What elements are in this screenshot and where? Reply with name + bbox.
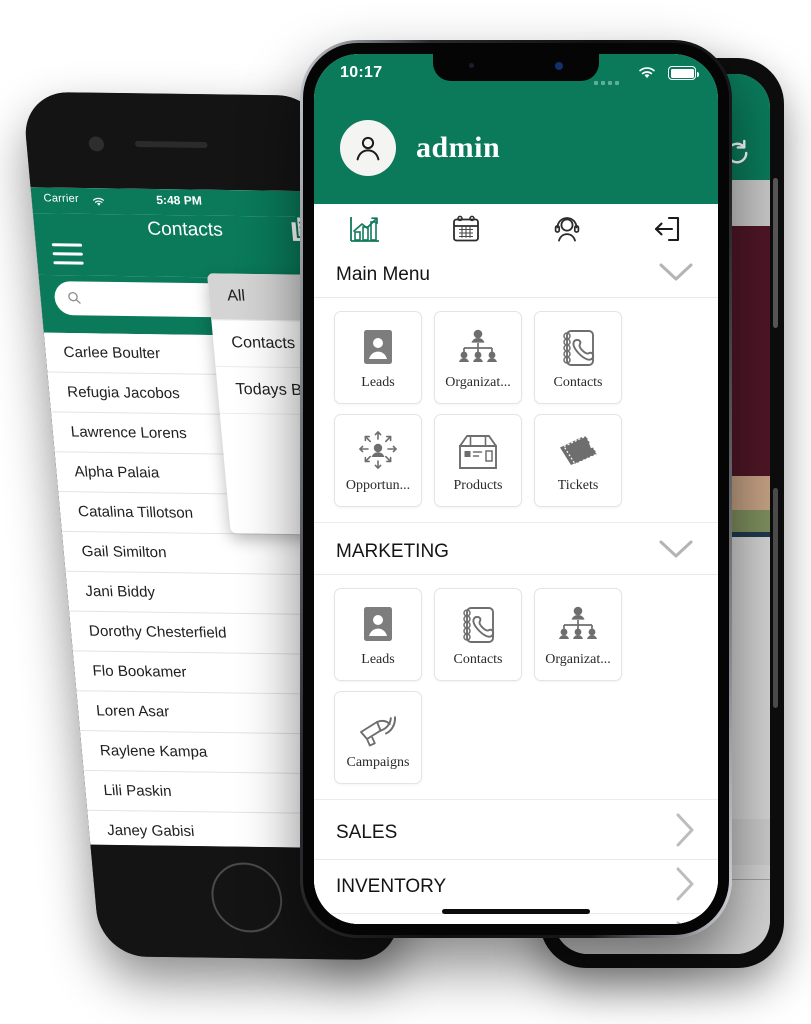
collapse-toggle-icon[interactable] — [656, 259, 696, 290]
notch — [433, 54, 599, 81]
support-button[interactable] — [516, 214, 617, 244]
module-tile[interactable]: Tickets — [534, 414, 622, 507]
phone-mockup-composition: Carrier 5:48 PM Contacts Carlee Boulter R… — [0, 0, 811, 1024]
module-tile[interactable]: Contacts — [434, 588, 522, 681]
leads-badge-icon — [359, 325, 397, 371]
chevron-right-icon — [676, 921, 681, 924]
section-divider — [314, 799, 718, 806]
search-icon — [68, 291, 81, 304]
module-tile[interactable]: Campaigns — [334, 691, 422, 784]
organization-chart-icon — [556, 602, 600, 648]
back-nav-bar: Contacts — [32, 213, 341, 280]
user-header: admin — [314, 94, 718, 202]
support-agent-icon — [554, 217, 579, 242]
module-tile-label: Leads — [361, 374, 395, 390]
chevron-right-icon — [676, 867, 694, 901]
organization-chart-icon — [456, 325, 500, 371]
battery-full-icon — [668, 66, 699, 80]
clock-label: 10:17 — [340, 64, 383, 81]
collapsed-section-row[interactable]: SUPPORT — [314, 914, 718, 924]
module-grid: Leads Contacts Organizat... Campaigns — [314, 575, 718, 799]
clock-label: 5:48 PM — [155, 193, 203, 208]
chevron-right-icon — [676, 813, 694, 847]
wifi-icon — [92, 197, 105, 206]
tickets-icon — [556, 428, 600, 474]
megaphone-icon — [356, 705, 400, 751]
products-box-icon — [456, 428, 500, 474]
collapse-toggle-icon[interactable] — [656, 536, 696, 567]
module-tile[interactable]: Leads — [334, 588, 422, 681]
home-indicator[interactable] — [442, 909, 590, 914]
analytics-icon — [349, 217, 379, 242]
module-tile[interactable]: Products — [434, 414, 522, 507]
front-phone-bezel: 10:17 admin Main Menu Leads Organizat...… — [303, 43, 729, 935]
module-tile-label: Contacts — [553, 374, 603, 390]
chevron-down-icon — [659, 540, 693, 558]
section-header[interactable]: MARKETING — [314, 529, 718, 575]
front-camera-icon — [555, 62, 563, 70]
contacts-book-icon — [558, 325, 598, 371]
module-tile-label: Products — [453, 477, 503, 493]
logout-button[interactable] — [617, 215, 718, 243]
quick-action-bar — [314, 202, 718, 255]
menu-scroll-area[interactable]: Main Menu Leads Organizat... Contacts Opport… — [314, 252, 718, 924]
section-title: Main Menu — [336, 263, 430, 285]
module-tile-label: Campaigns — [346, 754, 410, 770]
expand-icon[interactable] — [672, 812, 696, 853]
front-phone-screen: 10:17 admin Main Menu Leads Organizat...… — [314, 54, 718, 924]
volume-button[interactable] — [773, 488, 778, 708]
module-tile-label: Leads — [361, 651, 395, 667]
calendar-icon — [452, 215, 479, 242]
collapsed-section-title: SALES — [336, 821, 398, 843]
leads-badge-icon — [359, 602, 397, 648]
calendar-button[interactable] — [415, 214, 516, 244]
module-tile-label: Organizat... — [445, 374, 511, 390]
module-tile[interactable]: Leads — [334, 311, 422, 404]
logout-icon — [654, 216, 679, 242]
opportunity-arrows-icon — [356, 428, 400, 474]
front-camera-icon — [88, 136, 105, 152]
user-avatar-icon — [356, 136, 380, 161]
expand-icon[interactable] — [672, 920, 696, 924]
module-tile-label: Opportun... — [345, 477, 411, 493]
module-tile[interactable]: Organizat... — [434, 311, 522, 404]
section-title: MARKETING — [336, 540, 449, 562]
avatar[interactable] — [340, 120, 396, 176]
module-tile[interactable]: Contacts — [534, 311, 622, 404]
earpiece-speaker — [134, 140, 208, 148]
front-phone-device: 10:17 admin Main Menu Leads Organizat...… — [300, 40, 732, 938]
back-phone-top-bezel — [21, 91, 333, 192]
contacts-book-icon — [458, 602, 498, 648]
module-tile-label: Organizat... — [545, 651, 611, 667]
chevron-down-icon — [659, 263, 693, 281]
microphone-icon — [469, 63, 474, 68]
collapsed-section-row[interactable]: INVENTORY — [314, 860, 718, 914]
home-button[interactable] — [208, 862, 286, 933]
section-divider — [314, 522, 718, 529]
username-label: admin — [416, 131, 501, 164]
collapsed-section-title: INVENTORY — [336, 875, 447, 897]
expand-icon[interactable] — [672, 866, 696, 907]
section-header[interactable]: Main Menu — [314, 252, 718, 298]
module-tile-label: Tickets — [557, 477, 599, 493]
signal-dots-icon — [594, 72, 622, 90]
hamburger-menu-icon[interactable] — [51, 243, 85, 270]
collapsed-section-row[interactable]: SALES — [314, 806, 718, 860]
carrier-label: Carrier — [43, 192, 80, 205]
module-tile[interactable]: Opportun... — [334, 414, 422, 507]
module-tile-label: Contacts — [453, 651, 503, 667]
wifi-icon — [639, 67, 655, 79]
module-tile[interactable]: Organizat... — [534, 588, 622, 681]
power-button[interactable] — [773, 178, 778, 328]
module-grid: Leads Organizat... Contacts Opportun... Prod… — [314, 298, 718, 522]
analytics-button[interactable] — [314, 214, 415, 244]
